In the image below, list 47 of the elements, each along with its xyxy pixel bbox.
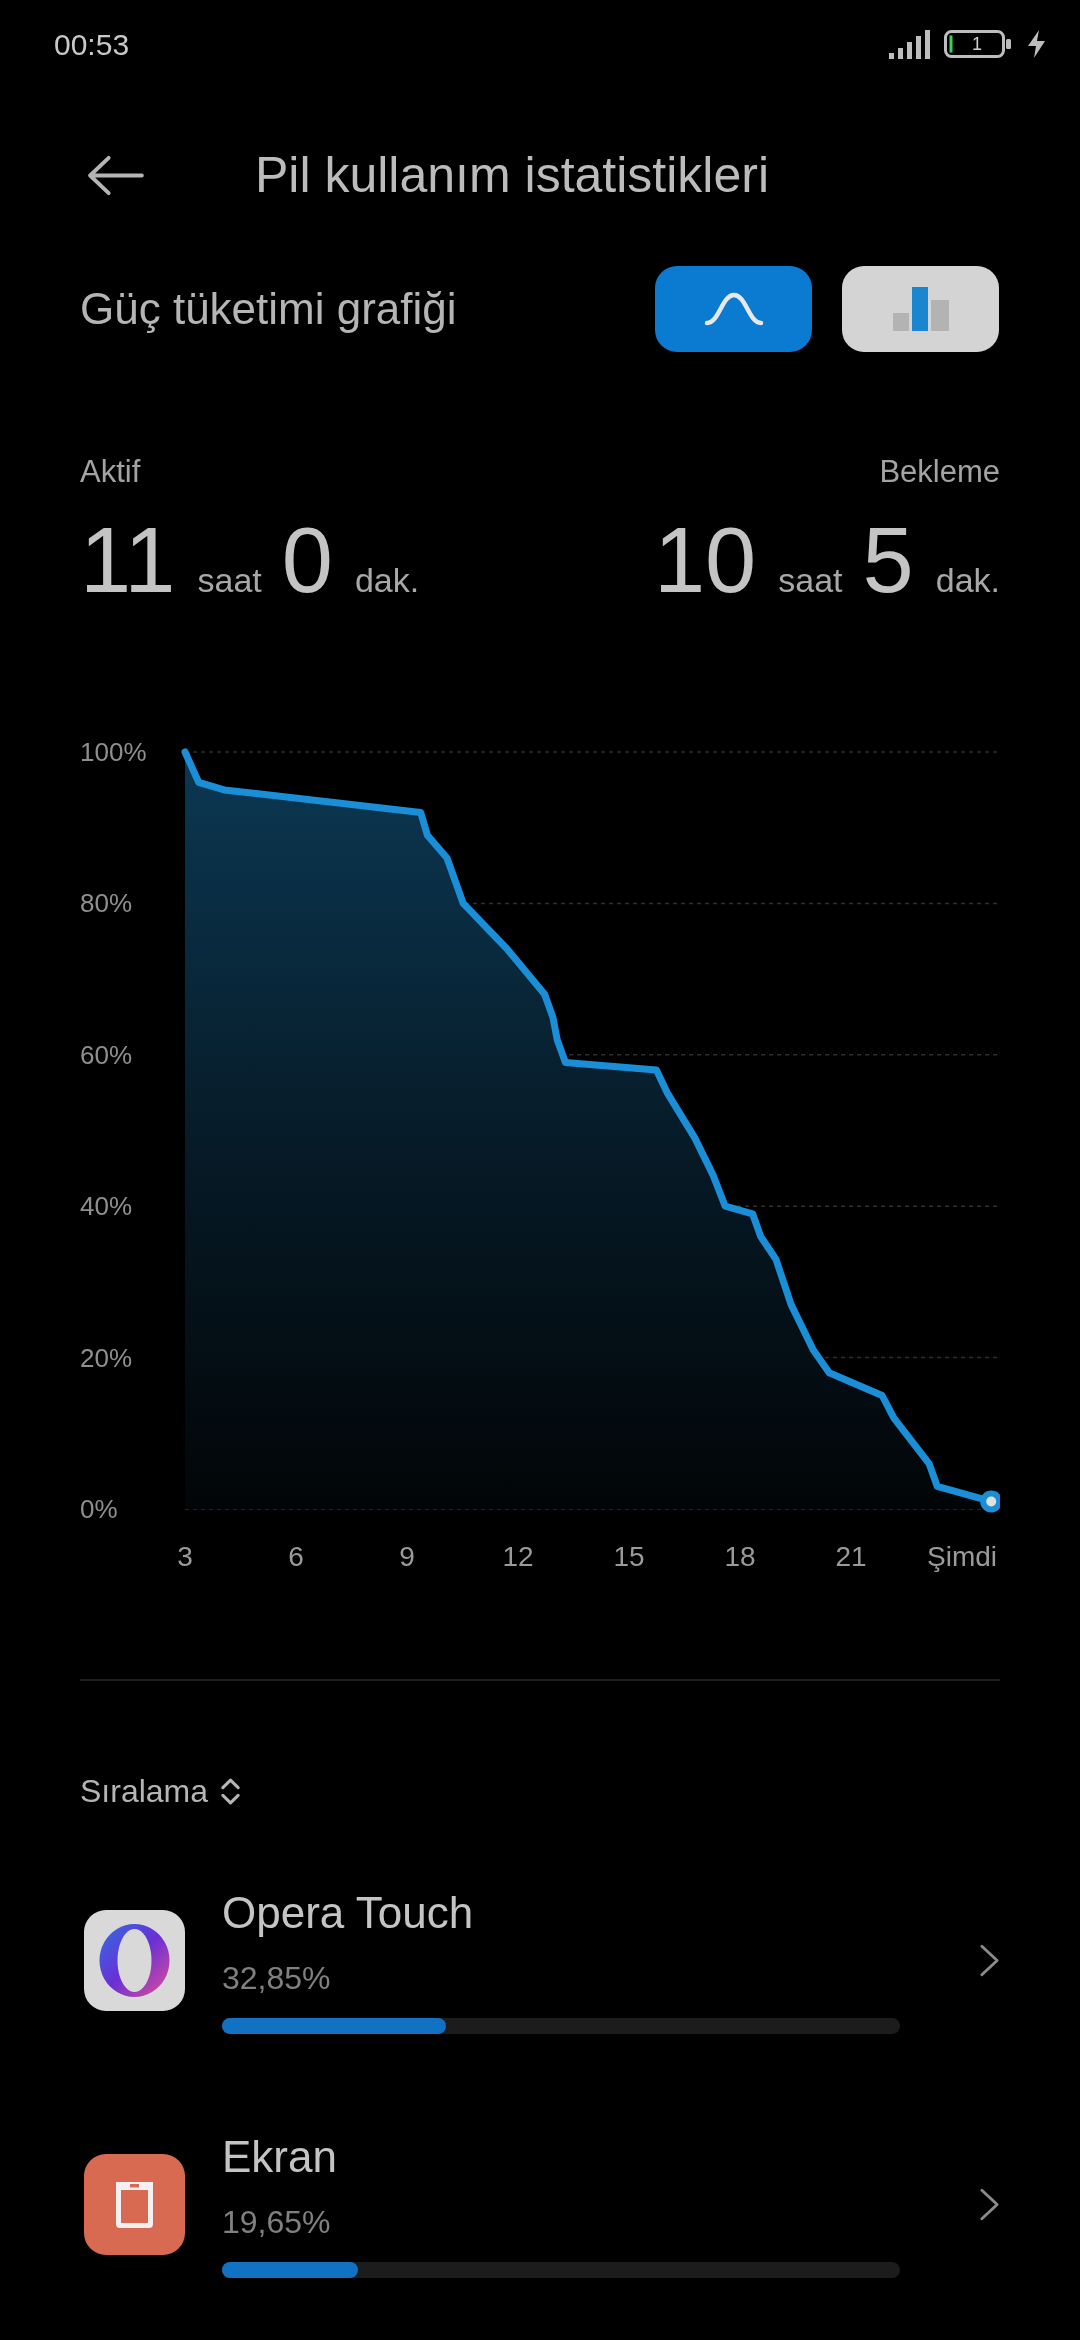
x-axis-label: 9 [399, 1541, 415, 1572]
hours-value: 11 [80, 514, 176, 606]
battery-icon [944, 30, 1012, 58]
bar-chart-icon [892, 287, 949, 331]
hours-unit: saat [197, 563, 262, 597]
x-axis-label: 6 [288, 1541, 304, 1572]
status-time: 00:53 [54, 26, 130, 63]
x-axis-label: 21 [835, 1541, 867, 1572]
x-axis-label: 12 [502, 1541, 534, 1572]
y-axis-label: 20% [80, 1342, 133, 1373]
app-name: Opera Touch [222, 1887, 474, 1939]
x-axis-label: Şimdi [927, 1541, 997, 1572]
y-axis-label: 80% [80, 888, 133, 919]
stat-label: Aktif [80, 454, 141, 490]
end-marker-icon [980, 1490, 1000, 1513]
minutes-value: 0 [281, 514, 333, 606]
usage-percent: 19,65% [222, 2203, 331, 2242]
minutes-unit: dak. [354, 563, 420, 597]
app-name: Ekran [222, 2131, 337, 2183]
sort-button[interactable]: Sıralama [80, 1771, 242, 1811]
section-title: Güç tüketimi grafiği [80, 283, 457, 335]
x-axis-label: 15 [613, 1541, 645, 1572]
minutes-value: 5 [862, 514, 914, 606]
back-button[interactable] [86, 154, 145, 196]
minutes-unit: dak. [935, 563, 1000, 597]
usage-percent: 32,85% [222, 1959, 331, 1998]
y-axis-label: 60% [80, 1039, 133, 1070]
chevron-right-icon [979, 2187, 1000, 2222]
x-axis-label: 18 [724, 1541, 756, 1572]
y-axis-label: 100% [80, 737, 147, 767]
app-icon [84, 2154, 185, 2255]
line-chart-button[interactable] [655, 266, 812, 352]
hours-value: 10 [653, 514, 757, 606]
y-axis-label: 40% [80, 1191, 133, 1222]
x-axis-label: 3 [177, 1541, 193, 1572]
up-down-chevron-icon [220, 1776, 242, 1806]
bar-chart-button[interactable] [842, 266, 999, 352]
stat-label: Bekleme [879, 454, 1000, 490]
bell-curve-icon [703, 292, 764, 326]
signal-icon [889, 29, 930, 59]
page-title: Pil kullanım istatistikleri [255, 145, 769, 205]
y-axis-label: 0% [80, 1494, 118, 1524]
app-icon [84, 1910, 185, 2011]
chevron-right-icon [979, 1943, 1000, 1978]
hours-unit: saat [778, 563, 843, 597]
battery-percent: 1 [971, 33, 983, 56]
back-arrow-icon [86, 154, 145, 196]
